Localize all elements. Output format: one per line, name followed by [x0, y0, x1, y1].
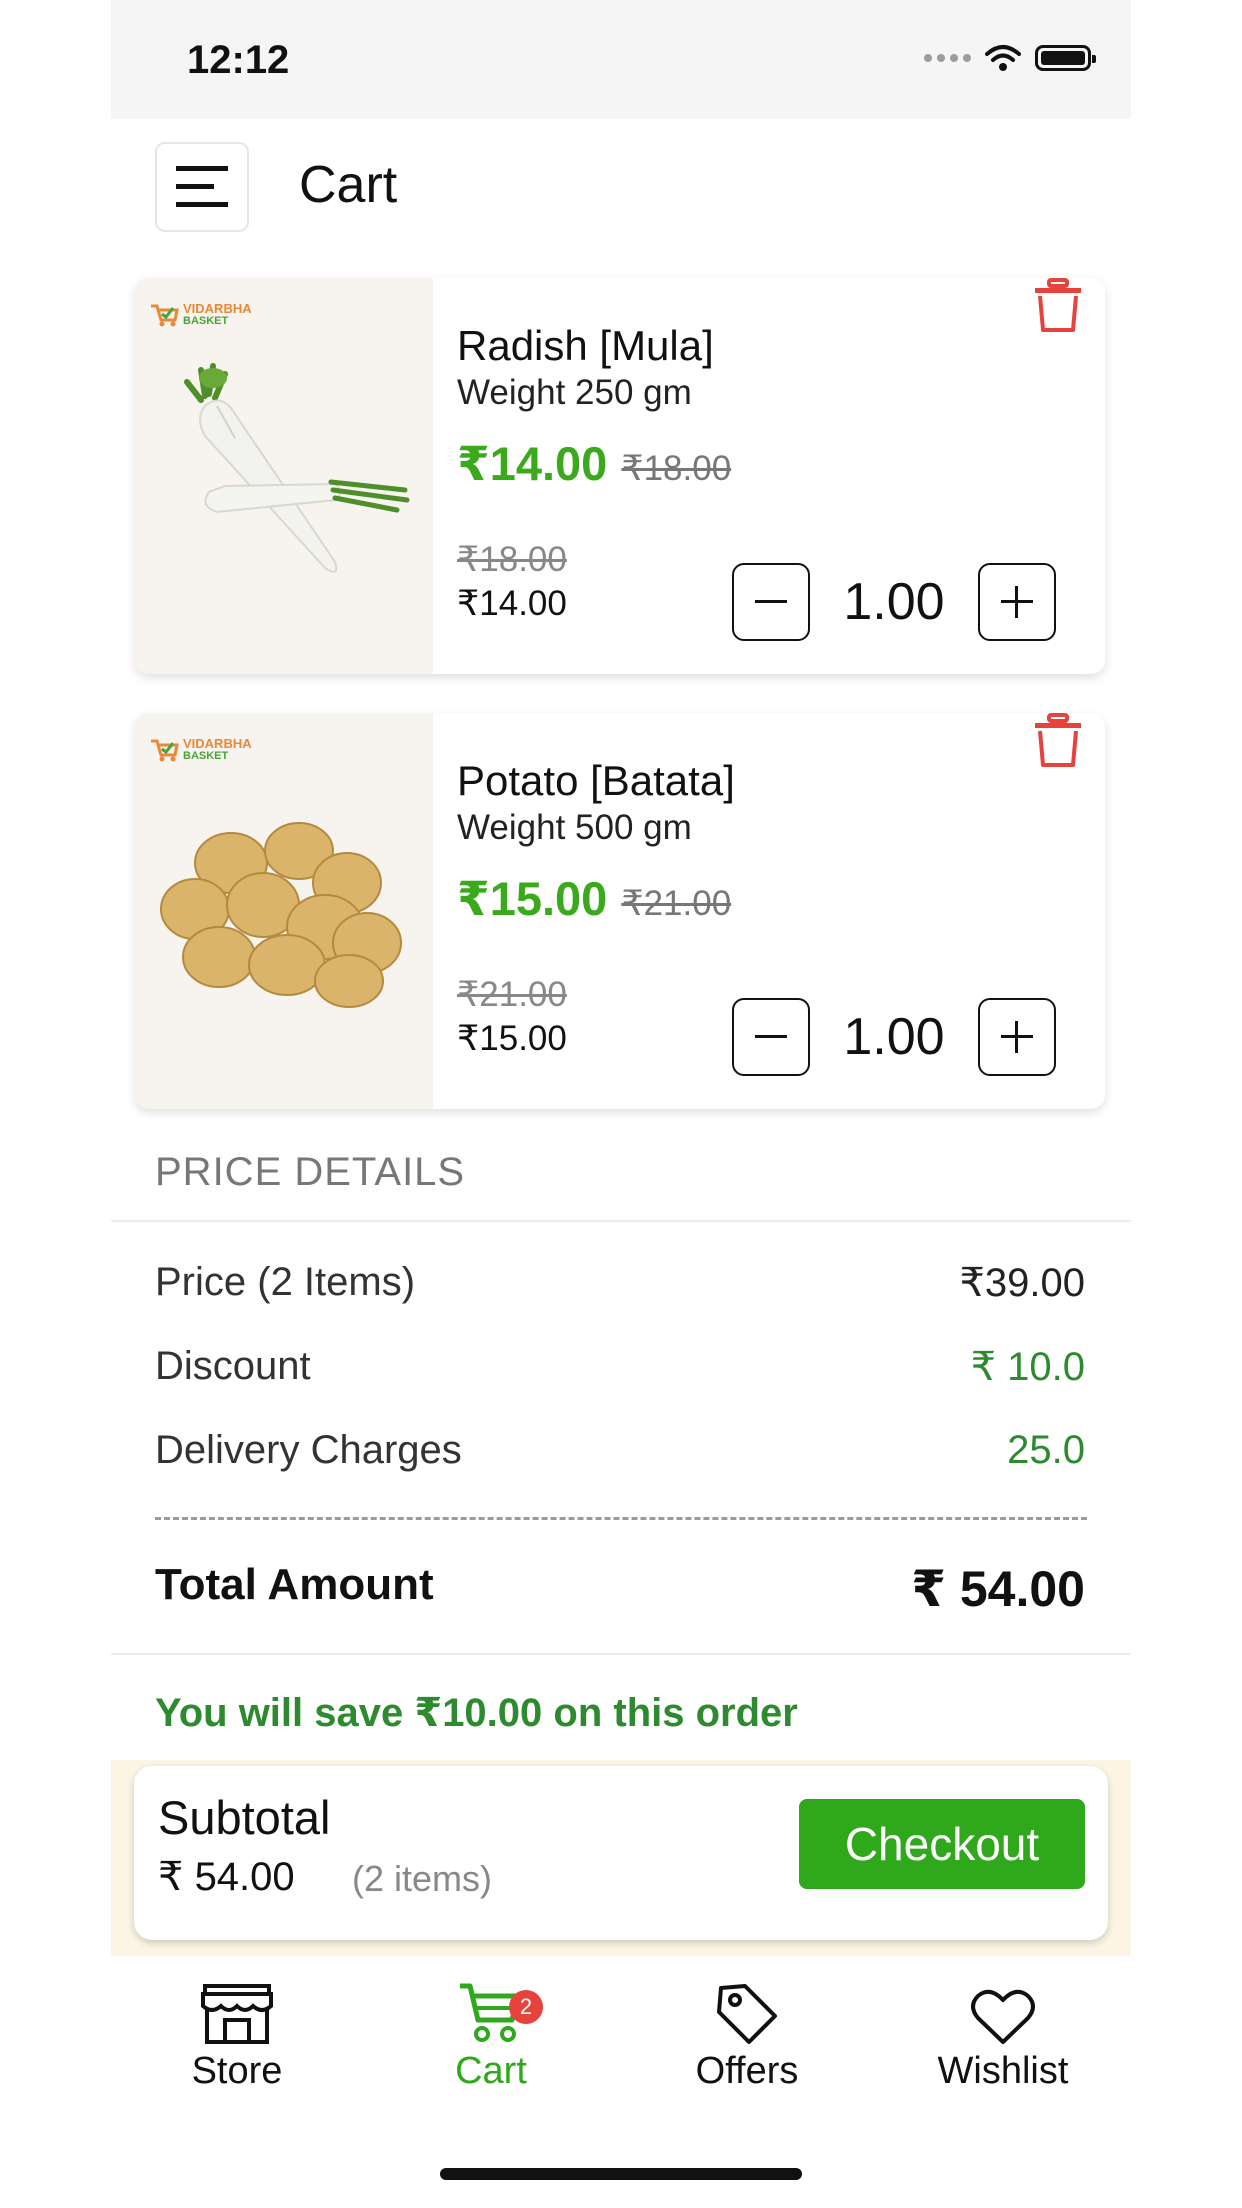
cart-count-badge: 2 — [509, 1990, 543, 2024]
product-name[interactable]: Radish [Mula] — [457, 322, 714, 370]
quantity-stepper: 1.00 — [732, 998, 1056, 1076]
page-title: Cart — [299, 156, 398, 214]
subtotal-amount: ₹ 54.00 — [158, 1855, 295, 1899]
delivery-label: Delivery Charges — [155, 1428, 462, 1472]
subtotal-card: Subtotal ₹ 54.00 (2 items) Checkout — [134, 1766, 1108, 1940]
final-price-small: ₹15.00 — [457, 1019, 567, 1058]
quantity-stepper: 1.00 — [732, 563, 1056, 641]
discount-label: Discount — [155, 1344, 311, 1388]
price-row: ₹15.00 ₹21.00 — [457, 871, 731, 927]
nav-item-cart[interactable]: 2 Cart — [391, 1980, 591, 2093]
subtotal-items-count: (2 items) — [352, 1858, 493, 1899]
cart-item-card: VIDARBHA BASKET Radish [Mula] Weight 250… — [135, 278, 1105, 674]
nav-item-store[interactable]: Store — [137, 1980, 337, 2093]
radish-image — [184, 363, 410, 573]
mrp-price-small: ₹21.00 — [457, 975, 567, 1014]
wifi-icon — [985, 45, 1021, 71]
mrp-price: ₹18.00 — [621, 449, 732, 488]
status-indicators — [924, 44, 1096, 72]
nav-item-offers[interactable]: Offers — [647, 1980, 847, 2093]
home-indicator[interactable] — [440, 2168, 802, 2180]
tag-icon — [717, 1984, 777, 2044]
discount-value: ₹ 10.0 — [970, 1345, 1085, 1389]
nav-item-wishlist[interactable]: Wishlist — [903, 1980, 1103, 2093]
sale-price: ₹15.00 — [457, 872, 608, 925]
quantity-value: 1.00 — [843, 1008, 945, 1066]
menu-button[interactable] — [155, 142, 249, 232]
subtotal-label: Subtotal — [158, 1791, 331, 1844]
price-row-discount: Discount ₹ 10.0 — [155, 1344, 1085, 1390]
total-value: ₹ 54.00 — [911, 1561, 1085, 1617]
final-price-small: ₹14.00 — [457, 584, 567, 623]
savings-message: You will save ₹10.00 on this order — [155, 1691, 798, 1735]
cart-item-card: VIDARBHA BASKET Potato [Batata] Weight 5… — [135, 713, 1105, 1109]
delete-item-icon[interactable] — [1033, 713, 1083, 769]
product-name[interactable]: Potato [Batata] — [457, 757, 735, 805]
mrp-price-small: ₹18.00 — [457, 540, 567, 579]
status-bar: 12:12 — [111, 0, 1131, 119]
nav-label-store: Store — [191, 2050, 283, 2092]
delivery-value: 25.0 — [1007, 1428, 1085, 1472]
store-icon — [201, 1984, 273, 2044]
plus-icon — [1001, 1021, 1033, 1053]
minus-icon — [755, 1035, 787, 1038]
increase-quantity-button[interactable] — [978, 998, 1056, 1076]
heart-icon — [971, 1989, 1035, 2044]
price-row-items: Price (2 Items) ₹39.00 — [155, 1260, 1085, 1306]
delete-item-icon[interactable] — [1033, 278, 1083, 334]
divider — [111, 1653, 1131, 1655]
product-weight: Weight 250 gm — [457, 373, 692, 412]
status-time: 12:12 — [187, 38, 290, 82]
price-value: ₹39.00 — [959, 1261, 1085, 1305]
nav-label-cart: Cart — [455, 2050, 527, 2092]
decrease-quantity-button[interactable] — [732, 563, 810, 641]
nav-label-wishlist: Wishlist — [937, 2050, 1069, 2092]
increase-quantity-button[interactable] — [978, 563, 1056, 641]
product-weight: Weight 500 gm — [457, 808, 692, 847]
quantity-value: 1.00 — [843, 573, 945, 631]
plus-icon — [1001, 586, 1033, 618]
decrease-quantity-button[interactable] — [732, 998, 810, 1076]
mrp-price: ₹21.00 — [621, 884, 732, 923]
total-amount-row: Total Amount ₹ 54.00 — [155, 1560, 1085, 1618]
checkout-button[interactable]: Checkout — [799, 1799, 1085, 1889]
phone-screen: 12:12 Cart VIDARBHA BASKET Radish [Mula]… — [111, 0, 1131, 2208]
sale-price: ₹14.00 — [457, 437, 608, 490]
nav-label-offers: Offers — [695, 2050, 799, 2092]
price-details-header: PRICE DETAILS — [155, 1150, 466, 1194]
price-row-delivery: Delivery Charges 25.0 — [155, 1428, 1085, 1473]
hamburger-icon — [176, 166, 228, 207]
product-image[interactable]: VIDARBHA BASKET — [135, 713, 433, 1109]
price-label: Price (2 Items) — [155, 1260, 416, 1304]
price-row: ₹14.00 ₹18.00 — [457, 436, 731, 492]
battery-icon — [1035, 45, 1096, 71]
divider — [111, 1220, 1131, 1222]
potato-image — [160, 822, 402, 1008]
total-label: Total Amount — [155, 1560, 434, 1609]
product-image[interactable]: VIDARBHA BASKET — [135, 278, 433, 674]
dashed-divider — [155, 1517, 1087, 1520]
signal-icon — [924, 54, 971, 62]
minus-icon — [755, 600, 787, 603]
